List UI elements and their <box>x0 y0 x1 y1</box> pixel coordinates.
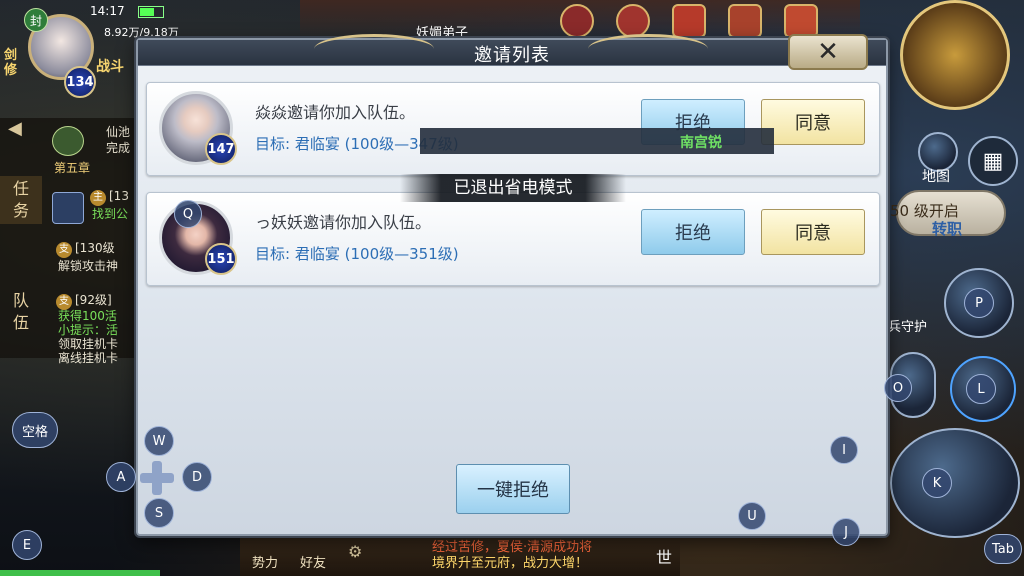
inviter-level-badge: 147 <box>205 133 237 165</box>
tab-team[interactable]: 队伍 <box>0 288 42 336</box>
key-u[interactable]: U <box>738 502 766 530</box>
target-label: 目标: <box>255 135 291 153</box>
tab-task-label: 任务 <box>12 179 29 220</box>
seal-badge: 封 <box>24 8 48 32</box>
friends-label[interactable]: 好友 <box>300 552 326 571</box>
chapter-label: 第五章 <box>54 161 91 175</box>
key-s[interactable]: S <box>144 498 174 528</box>
task-side-1[interactable]: 支 [130级 <box>56 240 115 258</box>
task-side-2-text: [92级] <box>75 293 112 307</box>
notification-banner: 南宫锐 <box>420 128 774 154</box>
inviter-level-badge: 151 <box>205 243 237 275</box>
key-e[interactable]: E <box>12 530 42 560</box>
quest-tag-icon: 主 <box>90 190 106 206</box>
invite-list-dialog: 邀请列表 ✕ 147 焱焱邀请你加入队伍。 目标: 君临宴 (100级—347级… <box>136 34 888 536</box>
key-j[interactable]: J <box>832 518 860 546</box>
invite-card: 151 っ妖妖邀请你加入队伍。 目标: 君临宴 (100级—351级) 拒绝 同… <box>146 192 880 286</box>
gift-icon[interactable] <box>728 4 762 38</box>
xianchi-label: 仙池 <box>106 125 131 139</box>
transfer-label: 转职 <box>932 220 963 238</box>
key-k[interactable]: K <box>922 468 952 498</box>
key-tab[interactable]: Tab <box>984 534 1022 564</box>
menu-grid-icon[interactable]: ▦ <box>968 136 1018 186</box>
hp-bar <box>0 570 160 576</box>
accept-button[interactable]: 同意 <box>761 99 865 145</box>
chapter-icon <box>52 126 84 156</box>
key-q[interactable]: Q <box>174 200 202 228</box>
faction-label[interactable]: 势力 <box>252 552 278 571</box>
task-hint-line-3: 离线挂机卡 <box>58 351 119 365</box>
battle-icon[interactable] <box>560 4 594 38</box>
key-o[interactable]: O <box>884 374 912 402</box>
invite-target: 目标: 君临宴 (100级—351级) <box>255 243 459 264</box>
target-label: 目标: <box>255 245 291 263</box>
target-value: 君临宴 <box>294 245 340 263</box>
task-main[interactable]: 主 [13 <box>90 188 129 206</box>
team-label: 战斗 <box>96 59 124 75</box>
tab-team-label: 队伍 <box>12 291 29 332</box>
invite-message: っ妖妖邀请你加入队伍。 <box>255 213 432 232</box>
key-w[interactable]: W <box>144 426 174 456</box>
event-icon[interactable] <box>616 4 650 38</box>
close-button[interactable]: ✕ <box>788 34 868 70</box>
player-class-label: 剑修 <box>4 48 18 78</box>
status-bar: 14:17 <box>90 4 290 24</box>
key-l[interactable]: L <box>966 374 996 404</box>
collapse-arrow-icon[interactable]: ◀ <box>8 118 22 139</box>
player-level-badge: 134 <box>64 66 96 98</box>
key-i[interactable]: I <box>830 436 858 464</box>
shop-icon[interactable] <box>672 4 706 38</box>
target-range: (100级—351级) <box>344 245 459 263</box>
close-icon: ✕ <box>817 37 839 67</box>
reject-button[interactable]: 拒绝 <box>641 209 745 255</box>
space-key[interactable]: 空格 <box>12 412 58 448</box>
task-side-1-text: [130级 <box>75 241 115 255</box>
dpad[interactable]: W A D S <box>104 426 214 528</box>
key-p[interactable]: P <box>964 288 994 318</box>
settings-gear-icon[interactable]: ⚙ <box>348 542 362 561</box>
power-mode-toast: 已退出省电模式 <box>400 174 626 202</box>
map-label: 地图 <box>922 169 950 185</box>
attack-button[interactable] <box>890 428 1020 538</box>
quest-skill-icon <box>52 192 84 224</box>
target-value: 君临宴 <box>294 135 340 153</box>
game-screen: 14:17 8.92万/9.18万 封 剑修 134 战斗 妖媚弟子 ◀ 仙池 … <box>0 0 1024 576</box>
reject-all-button[interactable]: 一键拒绝 <box>456 464 570 514</box>
complete-label: 完成 <box>106 141 131 155</box>
minimap[interactable] <box>900 0 1010 110</box>
tab-task[interactable]: 任务 <box>0 176 42 224</box>
world-channel-label[interactable]: 世 <box>656 544 672 568</box>
banner-text: 南宫锐 <box>680 135 722 151</box>
task-side-1-sub: 解锁攻击神 <box>58 259 119 273</box>
key-a[interactable]: A <box>106 462 136 492</box>
battery-icon <box>138 5 165 18</box>
quest-tag-icon: 支 <box>56 242 72 258</box>
dpad-cross-icon <box>140 461 174 495</box>
accept-button[interactable]: 同意 <box>761 209 865 255</box>
news-line-2: 境界升至元府，战力大增！ <box>432 556 589 571</box>
clock: 14:17 <box>90 4 125 18</box>
task-main-text: [13 <box>109 189 129 203</box>
invite-message: 焱焱邀请你加入队伍。 <box>255 103 416 122</box>
guard-label: 兵守护 <box>888 320 928 335</box>
treasure-icon[interactable] <box>784 4 818 38</box>
key-d[interactable]: D <box>182 462 212 492</box>
dialog-title: 邀请列表 <box>474 45 550 66</box>
task-main-sub: 找到公 <box>92 207 129 221</box>
